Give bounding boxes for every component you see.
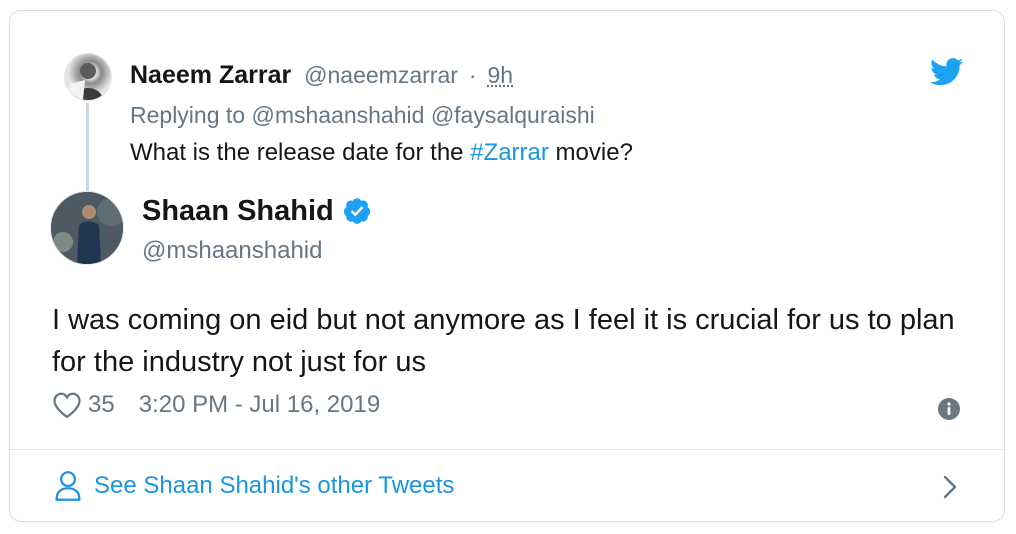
header-separator: · xyxy=(468,62,477,88)
info-icon[interactable] xyxy=(937,397,961,421)
parent-text-after: movie? xyxy=(548,139,633,166)
parent-tweet-time[interactable]: 9h xyxy=(487,62,513,88)
main-tweet-text: I was coming on eid but not anymore as I… xyxy=(52,304,955,378)
replying-to-line: Replying to @mshaanshahid @faysalquraish… xyxy=(130,99,595,131)
see-other-tweets-link[interactable]: See Shaan Shahid's other Tweets xyxy=(10,450,1004,522)
main-author-name[interactable]: Shaan Shahid xyxy=(142,193,334,229)
hashtag-link[interactable]: #Zarrar xyxy=(470,139,549,166)
main-author-handle[interactable]: @mshaanshahid xyxy=(142,235,322,267)
parent-tweet-header: Naeem Zarrar @naeemzarrar · 9h xyxy=(130,59,513,91)
parent-text-before: What is the release date for the xyxy=(130,139,471,166)
heart-icon[interactable] xyxy=(52,391,82,419)
parent-author-avatar[interactable] xyxy=(64,53,112,101)
parent-tweet-text: What is the release date for the #Zarrar… xyxy=(130,135,633,171)
thread-connector-line xyxy=(86,103,89,197)
like-count[interactable]: 35 xyxy=(88,391,115,419)
replying-to-mention-2[interactable]: @faysalquraishi xyxy=(431,102,595,128)
main-author-name-row: Shaan Shahid xyxy=(142,193,372,229)
chevron-right-icon[interactable] xyxy=(940,474,960,500)
replying-prefix: Replying to xyxy=(130,102,246,128)
twitter-icon[interactable] xyxy=(930,58,964,86)
tweet-meta-row: 35 3:20 PM - Jul 16, 2019 xyxy=(52,391,380,419)
tweet-timestamp[interactable]: 3:20 PM - Jul 16, 2019 xyxy=(139,391,380,419)
embedded-tweet-card: Naeem Zarrar @naeemzarrar · 9h Replying … xyxy=(9,10,1005,522)
see-other-tweets-label[interactable]: See Shaan Shahid's other Tweets xyxy=(94,472,454,500)
parent-author-handle[interactable]: @naeemzarrar xyxy=(304,62,458,88)
parent-author-name[interactable]: Naeem Zarrar xyxy=(130,61,291,89)
main-author-avatar[interactable] xyxy=(50,191,124,265)
person-icon xyxy=(55,471,81,501)
verified-badge-icon xyxy=(343,198,370,224)
replying-to-mention-1[interactable]: @mshaanshahid xyxy=(251,102,424,128)
